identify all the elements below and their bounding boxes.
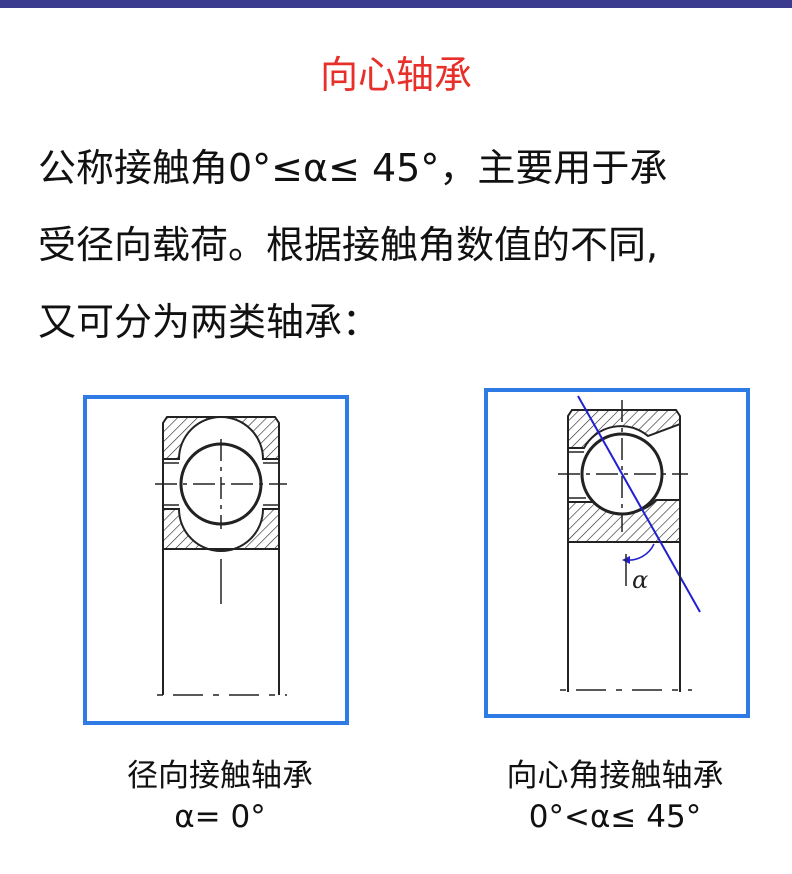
- body-line-3: 又可分为两类轴承：: [38, 300, 381, 344]
- left-caption-name: 径向接触轴承: [127, 758, 313, 794]
- contact-angle-arc: [625, 543, 655, 561]
- body-text: 公称接触角0°≤α≤ 45°，主要用于承 受径向载荷。根据接触角数值的不同, 又…: [38, 130, 792, 361]
- left-caption-angle: α= 0°: [174, 799, 266, 835]
- alpha-symbol: α: [632, 566, 648, 594]
- angular-bearing-drawing: α: [558, 395, 701, 692]
- right-caption-angle: 0°<α≤ 45°: [528, 799, 702, 835]
- body-line-2: 受径向载荷。根据接触角数值的不同,: [38, 223, 659, 267]
- left-figure-caption: 径向接触轴承 α= 0°: [60, 756, 380, 838]
- right-caption-name: 向心角接触轴承: [506, 758, 724, 794]
- radial-contact-bearing-figure: [83, 395, 349, 725]
- radial-bearing-drawing: [155, 416, 287, 696]
- body-line-1: 公称接触角0°≤α≤ 45°，主要用于承: [38, 146, 668, 190]
- right-figure-caption: 向心角接触轴承 0°<α≤ 45°: [455, 756, 775, 838]
- angular-contact-bearing-figure: α: [484, 388, 750, 718]
- top-bar: [0, 0, 792, 8]
- slide-title: 向心轴承: [319, 53, 472, 97]
